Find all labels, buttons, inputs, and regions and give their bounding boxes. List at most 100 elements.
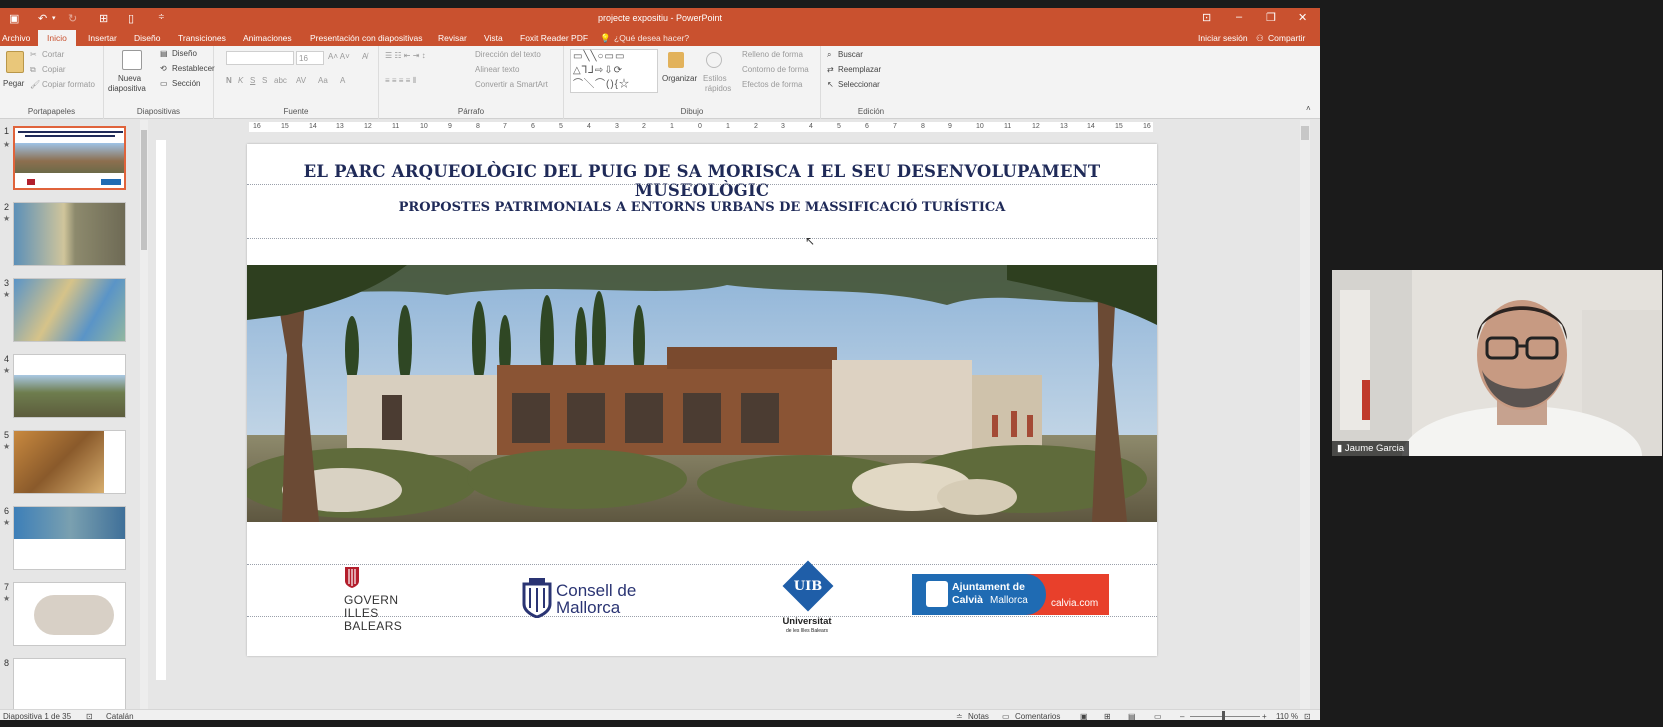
thumbnail-slide-2[interactable]	[13, 202, 126, 266]
new-slide-button-2[interactable]: diapositiva	[108, 84, 146, 93]
new-slide-icon[interactable]	[122, 50, 142, 70]
underline-icon[interactable]: S	[250, 76, 255, 85]
format-painter-icon[interactable]: 🖌	[30, 80, 40, 89]
format-painter-button[interactable]: Copiar formato	[42, 80, 95, 89]
notes-icon[interactable]: ≐	[956, 712, 963, 720]
slide-title[interactable]: EL PARC ARQUEOLÒGIC DEL PUIG DE SA MORIS…	[247, 162, 1157, 200]
slide-vertical-scrollbar[interactable]	[1300, 120, 1310, 709]
quick-styles-icon[interactable]	[706, 52, 722, 68]
bullets-icon[interactable]: ☰ ☷ ⇤ ⇥ ↕	[385, 51, 426, 60]
slide-subtitle[interactable]: PROPOSTES PATRIMONIALS A ENTORNS URBANS …	[247, 200, 1157, 215]
section-icon[interactable]: ▭	[160, 79, 168, 88]
strike-icon[interactable]: abc	[274, 76, 287, 85]
shape-outline-button[interactable]: Contorno de forma	[742, 65, 809, 74]
quick-styles-button-2[interactable]: rápidos	[705, 84, 731, 93]
notes-button[interactable]: Notas	[968, 712, 989, 720]
tab-vista[interactable]: Vista	[484, 33, 503, 43]
new-slide-button[interactable]: Nueva	[118, 74, 141, 83]
scroll-thumb[interactable]	[141, 130, 147, 250]
zoom-in-icon[interactable]: +	[1262, 712, 1267, 720]
zoom-slider[interactable]	[1190, 716, 1260, 717]
share-button[interactable]: Compartir	[1268, 33, 1305, 43]
tab-diseno[interactable]: Diseño	[134, 33, 160, 43]
thumbnail-slide-3[interactable]	[13, 278, 126, 342]
italic-icon[interactable]: K	[238, 76, 243, 85]
copy-button[interactable]: Copiar	[42, 65, 66, 74]
thumbnails-scrollbar[interactable]	[140, 120, 148, 709]
reset-icon[interactable]: ⟲	[160, 64, 167, 73]
find-button[interactable]: Buscar	[838, 50, 863, 59]
font-family-box[interactable]	[226, 51, 294, 65]
museum-rendering-image[interactable]	[247, 265, 1157, 522]
sorter-view-icon[interactable]: ⊞	[1104, 712, 1111, 720]
shape-effects-button[interactable]: Efectos de forma	[742, 80, 802, 89]
select-icon[interactable]: ↖	[827, 80, 834, 89]
tab-archivo[interactable]: Archivo	[2, 33, 30, 43]
font-size-box[interactable]: 16	[296, 51, 324, 65]
spellcheck-icon[interactable]: ⊡	[86, 712, 93, 720]
ribbon-display-icon[interactable]: ⊡	[1202, 11, 1211, 24]
tab-presentacion[interactable]: Presentación con diapositivas	[310, 33, 422, 43]
language[interactable]: Catalán	[106, 712, 134, 720]
find-icon[interactable]: ⌕	[827, 50, 831, 60]
thumbnail-slide-7[interactable]	[13, 582, 126, 646]
text-direction-button[interactable]: Dirección del texto	[475, 50, 541, 59]
layout-icon[interactable]: ▤	[160, 49, 168, 58]
select-button[interactable]: Seleccionar	[838, 80, 880, 89]
normal-view-icon[interactable]: ▣	[1080, 712, 1088, 720]
slide[interactable]: EL PARC ARQUEOLÒGIC DEL PUIG DE SA MORIS…	[247, 144, 1157, 656]
replace-icon[interactable]: ⇄	[827, 65, 834, 74]
cut-button[interactable]: Cortar	[42, 50, 64, 59]
slideshow-view-icon[interactable]: ▭	[1154, 712, 1162, 720]
arrange-icon[interactable]	[668, 52, 684, 68]
copy-icon[interactable]: ⧉	[30, 65, 36, 75]
bold-icon[interactable]: N	[226, 76, 232, 85]
reset-button[interactable]: Restablecer	[172, 64, 215, 73]
uib-logo: UIB Universitat de les Illes Balears	[772, 558, 842, 638]
fit-slide-icon[interactable]: ⊡	[1304, 712, 1311, 720]
layout-button[interactable]: Diseño	[172, 49, 197, 58]
spacing-icon[interactable]: AV	[296, 76, 306, 85]
thumbnail-slide-4[interactable]	[13, 354, 126, 418]
shadow-icon[interactable]: S	[262, 76, 267, 85]
clear-format-icon[interactable]: A̸	[362, 52, 367, 61]
scroll-thumb[interactable]	[1301, 126, 1309, 140]
paste-icon[interactable]	[6, 51, 24, 73]
restore-icon[interactable]: ❐	[1266, 11, 1276, 24]
align-icons[interactable]: ≡ ≡ ≡ ≡ ⫴	[385, 76, 416, 86]
sign-in-link[interactable]: Iniciar sesión	[1198, 33, 1248, 43]
section-button[interactable]: Sección	[172, 79, 200, 88]
font-grow-icon[interactable]: A˄ A˅	[328, 52, 350, 61]
comments-button[interactable]: Comentarios	[1015, 712, 1060, 720]
minimize-icon[interactable]: –	[1236, 11, 1242, 23]
ruler-label: 2	[642, 123, 646, 130]
reading-view-icon[interactable]: ▤	[1128, 712, 1136, 720]
zoom-slider-thumb[interactable]	[1222, 711, 1225, 720]
tab-transiciones[interactable]: Transiciones	[178, 33, 226, 43]
tab-revisar[interactable]: Revisar	[438, 33, 467, 43]
paste-button[interactable]: Pegar	[3, 79, 24, 88]
smartart-button[interactable]: Convertir a SmartArt	[475, 80, 548, 89]
arrange-button[interactable]: Organizar	[662, 74, 697, 83]
cut-icon[interactable]: ✂	[30, 50, 37, 59]
zoom-out-icon[interactable]: –	[1180, 712, 1184, 720]
comments-icon[interactable]: ▭	[1002, 712, 1010, 720]
thumbnail-slide-5[interactable]	[13, 430, 126, 494]
shapes-gallery[interactable]: ▭╲╲○▭▭ △⅂⅃⇨⇩⟳ ⌒╲⌒(){☆	[570, 49, 658, 93]
tab-insertar[interactable]: Insertar	[88, 33, 117, 43]
tab-animaciones[interactable]: Animaciones	[243, 33, 292, 43]
align-text-button[interactable]: Alinear texto	[475, 65, 519, 74]
replace-button[interactable]: Reemplazar	[838, 65, 881, 74]
collapse-ribbon-icon[interactable]: ˄	[1306, 104, 1311, 113]
zoom-level[interactable]: 110 %	[1276, 712, 1298, 720]
quick-styles-button[interactable]: Estilos	[703, 74, 727, 83]
thumbnail-slide-1[interactable]	[13, 126, 126, 190]
font-color-icon[interactable]: A	[340, 76, 345, 85]
tab-inicio[interactable]: Inicio	[38, 30, 76, 46]
case-icon[interactable]: Aa	[318, 76, 328, 85]
close-icon[interactable]: ✕	[1298, 11, 1307, 24]
thumbnail-slide-6[interactable]	[13, 506, 126, 570]
shape-fill-button[interactable]: Relleno de forma	[742, 50, 803, 59]
tell-me-box[interactable]: ¿Qué desea hacer?	[614, 33, 689, 43]
tab-foxit[interactable]: Foxit Reader PDF	[520, 33, 588, 43]
